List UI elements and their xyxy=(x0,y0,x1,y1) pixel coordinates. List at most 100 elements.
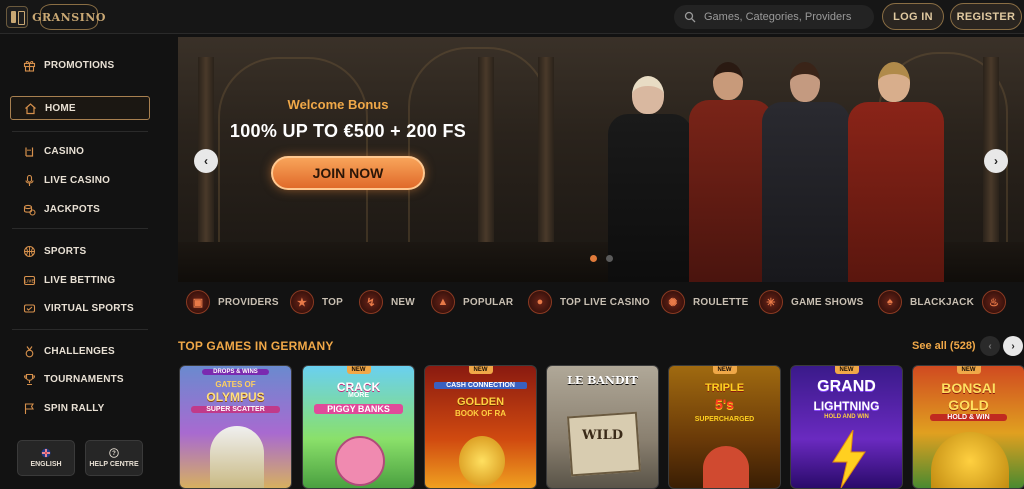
sidebar-item-label: SPORTS xyxy=(44,245,87,257)
game-tile-art xyxy=(459,436,505,486)
category-providers[interactable]: ▣ PROVIDERS xyxy=(186,287,279,317)
login-button[interactable]: LOG IN xyxy=(882,3,944,30)
register-button[interactable]: REGISTER xyxy=(950,3,1022,30)
gift-icon xyxy=(22,58,36,72)
sidebar-item-label: PROMOTIONS xyxy=(44,59,115,71)
rock-hand-icon xyxy=(22,144,36,158)
svg-text:?: ? xyxy=(112,451,116,457)
hot-icon: ♨ xyxy=(982,290,1006,314)
category-new[interactable]: ↯ NEW xyxy=(359,287,415,317)
top-bar: GRANSINO LOG IN REGISTER xyxy=(0,0,1024,34)
sidebar-item-promotions[interactable]: PROMOTIONS xyxy=(10,53,150,77)
home-icon xyxy=(23,101,37,115)
category-top-live-casino[interactable]: ● TOP LIVE CASINO xyxy=(528,287,650,317)
join-now-button[interactable]: JOIN NOW xyxy=(271,156,425,190)
sidebar-item-home[interactable]: HOME xyxy=(10,96,150,120)
banner-title: 100% UP TO €500 + 200 FS xyxy=(229,121,467,141)
basketball-icon xyxy=(22,244,36,258)
sidebar-item-spin-rally[interactable]: SPIN RALLY xyxy=(10,396,150,420)
promo-banner[interactable]: Welcome Bonus 100% UP TO €500 + 200 FS J… xyxy=(178,37,1024,282)
category-blackjack[interactable]: ♠ BLACKJACK xyxy=(878,287,974,317)
banner-next-button[interactable]: › xyxy=(984,149,1008,173)
flag-icon xyxy=(22,401,36,415)
sidebar-toggle-button[interactable] xyxy=(6,6,28,28)
game-tile-line2: GOLDEN xyxy=(456,396,505,408)
new-badge: NEW xyxy=(346,366,371,374)
game-tile-line1: LE BANDIT xyxy=(567,374,638,387)
game-tile-line1: TRIPLE xyxy=(704,382,745,394)
chip-icon: ▣ xyxy=(186,290,210,314)
games-next-button[interactable]: › xyxy=(1003,336,1023,356)
category-strip: ▣ PROVIDERS ★ TOP ↯ NEW ▲ POPULAR ● TOP LIVE … xyxy=(178,287,1024,317)
category-roulette[interactable]: ✺ ROULETTE xyxy=(661,287,749,317)
chevron-right-icon: › xyxy=(994,154,998,168)
game-tile-line3: SUPERCHARGED xyxy=(694,416,755,423)
games-prev-button[interactable]: ‹ xyxy=(980,336,1000,356)
banner-prev-button[interactable]: ‹ xyxy=(194,149,218,173)
see-all-link[interactable]: See all (528) xyxy=(912,340,976,352)
game-tile-bonsai-gold[interactable]: NEW BONSAI GOLD HOLD & WIN xyxy=(912,365,1024,489)
category-game-shows[interactable]: ✳ GAME SHOWS xyxy=(759,287,864,317)
game-tile-triple-5s[interactable]: NEW TRIPLE 5's SUPERCHARGED xyxy=(668,365,781,489)
search-icon xyxy=(684,11,696,23)
category-label: NEW xyxy=(391,296,415,308)
language-label: ENGLISH xyxy=(30,461,62,468)
search-input[interactable] xyxy=(704,11,864,23)
carousel-dot[interactable] xyxy=(606,255,613,262)
sidebar-item-challenges[interactable]: CHALLENGES xyxy=(10,339,150,363)
microphone-icon: ● xyxy=(528,290,552,314)
game-tile-line1: BONSAI xyxy=(941,380,996,396)
chevron-left-icon: ‹ xyxy=(204,154,208,168)
sidebar-item-jackpots[interactable]: JACKPOTS xyxy=(10,197,150,221)
brand-logo[interactable]: GRANSINO xyxy=(32,4,105,30)
brand-logo-text: GRANSINO xyxy=(32,10,106,24)
cards-icon: ♠ xyxy=(878,290,902,314)
game-tile-line2: LIGHTNING xyxy=(813,399,880,413)
microphone-icon xyxy=(22,173,36,187)
help-label: HELP CENTRE xyxy=(89,461,139,468)
category-label: PROVIDERS xyxy=(218,296,279,308)
game-tile-le-bandit[interactable]: LE BANDIT WILD xyxy=(546,365,659,489)
sidebar-item-casino[interactable]: CASINO xyxy=(10,139,150,163)
game-tile-line1: GATES OF xyxy=(215,380,256,389)
sidebar-item-live-casino[interactable]: LIVE CASINO xyxy=(10,168,150,192)
carousel-dot-active[interactable] xyxy=(590,255,597,262)
lightning-icon: ↯ xyxy=(359,290,383,314)
sidebar-item-live-betting[interactable]: LIVE LIVE BETTING xyxy=(10,268,150,292)
game-tile-line3: HOLD AND WIN xyxy=(824,414,869,420)
game-tile-grand-lightning[interactable]: NEW GRAND LIGHTNING HOLD AND WIN xyxy=(790,365,903,489)
game-tile-art xyxy=(335,436,385,486)
sidebar-item-tournaments[interactable]: TOURNAMENTS xyxy=(10,367,150,391)
game-tile-line1: CASH CONNECTION xyxy=(433,382,528,389)
new-badge: NEW xyxy=(712,366,737,374)
game-tile-art xyxy=(566,411,642,477)
language-button[interactable]: ENGLISH xyxy=(17,440,75,476)
new-badge: NEW xyxy=(834,366,859,374)
sidebar-item-sports[interactable]: SPORTS xyxy=(10,239,150,263)
sidebar-item-label: TOURNAMENTS xyxy=(44,373,124,385)
game-tile-line2: OLYMPUS xyxy=(206,390,265,404)
banner-character-man-red-jacket xyxy=(840,60,952,282)
search-bar[interactable] xyxy=(674,5,874,29)
sidebar-item-label: LIVE BETTING xyxy=(44,274,116,286)
section-title: TOP GAMES IN GERMANY xyxy=(178,339,334,353)
uk-flag-icon xyxy=(41,448,51,458)
sidebar-item-label: CHALLENGES xyxy=(44,345,115,357)
category-hot[interactable]: ♨ xyxy=(982,287,1014,317)
game-tile-crack-more-piggy-banks[interactable]: NEW CRACK MORE PIGGY BANKS xyxy=(302,365,415,489)
game-tile-line2: GOLD xyxy=(948,397,989,413)
game-tile-line3: PIGGY BANKS xyxy=(314,404,403,414)
game-tile-line3: SUPER SCATTER xyxy=(191,406,280,413)
sidebar-item-label: CASINO xyxy=(44,145,85,157)
sidebar-item-virtual-sports[interactable]: VIRTUAL SPORTS xyxy=(10,296,150,320)
chevron-right-icon: › xyxy=(1011,340,1015,352)
chevron-left-icon: ‹ xyxy=(988,340,992,352)
game-tile-golden-book-of-ra[interactable]: NEW CASH CONNECTION GOLDEN BOOK OF RA xyxy=(424,365,537,489)
game-tile-gates-of-olympus[interactable]: DROPS & WINS GATES OF OLYMPUS SUPER SCAT… xyxy=(179,365,292,489)
game-tile-line2: MORE xyxy=(348,392,369,399)
category-popular[interactable]: ▲ POPULAR xyxy=(431,287,513,317)
help-centre-button[interactable]: ? HELP CENTRE xyxy=(85,440,143,476)
sidebar: PROMOTIONS HOME CASINO LIVE CASINO JACKP… xyxy=(0,35,160,489)
category-top[interactable]: ★ TOP xyxy=(290,287,343,317)
category-label: BLACKJACK xyxy=(910,296,975,308)
